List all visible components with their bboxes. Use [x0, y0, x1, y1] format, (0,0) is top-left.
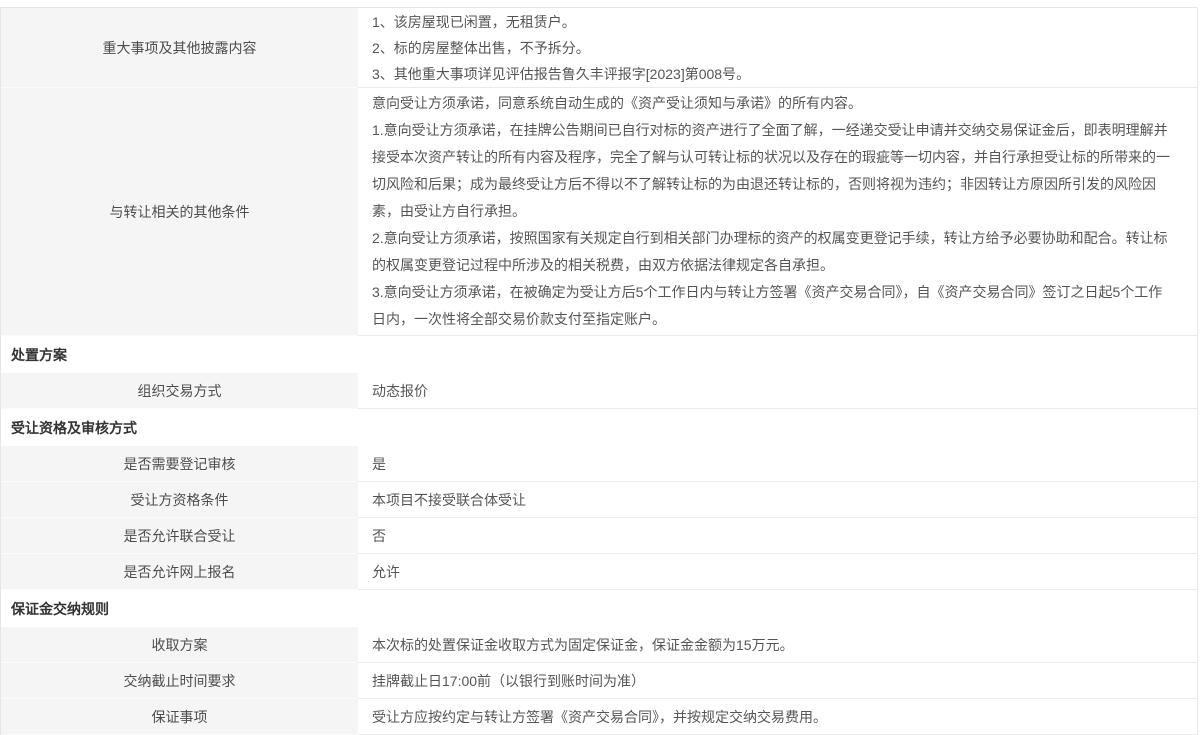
value-text: 挂牌截止日17:00前（以银行到账时间为准） [372, 668, 1175, 694]
row-value: 挂牌截止日17:00前（以银行到账时间为准） [358, 663, 1197, 699]
row-label: 重大事项及其他披露内容 [1, 8, 358, 88]
row-label: 与转让相关的其他条件 [1, 88, 358, 336]
row-value: 1、该房屋现已闲置，无租赁户。 2、标的房屋整体出售，不予拆分。 3、其他重大事… [358, 8, 1197, 88]
value-text: 受让方应按约定与转让方签署《资产交易合同》，并按规定交纳交易费用。 [372, 704, 1175, 730]
value-line: 1、该房屋现已闲置，无租赁户。 [372, 9, 1175, 35]
table-row-registration-review: 是否需要登记审核 是 [1, 446, 1197, 482]
table-row-major-disclosures: 重大事项及其他披露内容 1、该房屋现已闲置，无租赁户。 2、标的房屋整体出售，不… [1, 8, 1197, 88]
value-text: 允许 [372, 559, 1175, 585]
row-label: 是否允许网上报名 [1, 554, 358, 590]
row-value: 本次标的处置保证金收取方式为固定保证金，保证金金额为15万元。 [358, 627, 1197, 663]
section-header-transferee-qualification: 受让资格及审核方式 [1, 409, 1197, 446]
asset-listing-detail-page: 重大事项及其他披露内容 1、该房屋现已闲置，无租赁户。 2、标的房屋整体出售，不… [0, 0, 1203, 735]
row-label: 收取方案 [1, 627, 358, 663]
value-text: 本项目不接受联合体受让 [372, 487, 1175, 513]
row-label: 是否需要登记审核 [1, 446, 358, 482]
section-header-disposal-plan: 处置方案 [1, 336, 1197, 373]
value-line: 3、其他重大事项详见评估报告鲁久丰评报字[2023]第008号。 [372, 61, 1175, 87]
table-row-other-transfer-conditions: 与转让相关的其他条件 意向受让方须承诺，同意系统自动生成的《资产受让须知与承诺》… [1, 88, 1197, 336]
value-paragraph: 1.意向受让方须承诺，在挂牌公告期间已自行对标的资产进行了全面了解，一经递交受让… [372, 117, 1175, 225]
table-row-transferee-conditions: 受让方资格条件 本项目不接受联合体受让 [1, 482, 1197, 518]
row-label: 是否允许联合受让 [1, 518, 358, 554]
value-paragraph: 3.意向受让方须承诺，在被确定为受让方后5个工作日内与转让方签署《资产交易合同》… [372, 279, 1175, 333]
table-row-guarantee-matters: 保证事项 受让方应按约定与转让方签署《资产交易合同》，并按规定交纳交易费用。 [1, 699, 1197, 735]
value-text: 动态报价 [372, 378, 1175, 404]
listing-info-table: 重大事项及其他披露内容 1、该房屋现已闲置，无租赁户。 2、标的房屋整体出售，不… [0, 7, 1198, 735]
value-line: 2、标的房屋整体出售，不予拆分。 [372, 35, 1175, 61]
row-value: 否 [358, 518, 1197, 554]
row-label: 保证事项 [1, 699, 358, 735]
table-row-payment-deadline: 交纳截止时间要求 挂牌截止日17:00前（以银行到账时间为准） [1, 663, 1197, 699]
row-value: 动态报价 [358, 373, 1197, 409]
row-value: 是 [358, 446, 1197, 482]
row-value: 意向受让方须承诺，同意系统自动生成的《资产受让须知与承诺》的所有内容。 1.意向… [358, 88, 1197, 336]
row-label: 受让方资格条件 [1, 482, 358, 518]
row-label: 交纳截止时间要求 [1, 663, 358, 699]
value-text: 本次标的处置保证金收取方式为固定保证金，保证金金额为15万元。 [372, 632, 1175, 658]
row-value: 允许 [358, 554, 1197, 590]
row-value: 本项目不接受联合体受让 [358, 482, 1197, 518]
table-row-collection-plan: 收取方案 本次标的处置保证金收取方式为固定保证金，保证金金额为15万元。 [1, 627, 1197, 663]
value-paragraph: 意向受让方须承诺，同意系统自动生成的《资产受让须知与承诺》的所有内容。 [372, 90, 1175, 117]
row-value: 受让方应按约定与转让方签署《资产交易合同》，并按规定交纳交易费用。 [358, 699, 1197, 735]
table-row-online-registration-allowed: 是否允许网上报名 允许 [1, 554, 1197, 590]
value-paragraph: 2.意向受让方须承诺，按照国家有关规定自行到相关部门办理标的资产的权属变更登记手… [372, 225, 1175, 279]
value-text: 否 [372, 523, 1175, 549]
table-row-trade-method: 组织交易方式 动态报价 [1, 373, 1197, 409]
section-header-deposit-rules: 保证金交纳规则 [1, 590, 1197, 627]
table-row-joint-transfer-allowed: 是否允许联合受让 否 [1, 518, 1197, 554]
value-text: 是 [372, 451, 1175, 477]
row-label: 组织交易方式 [1, 373, 358, 409]
